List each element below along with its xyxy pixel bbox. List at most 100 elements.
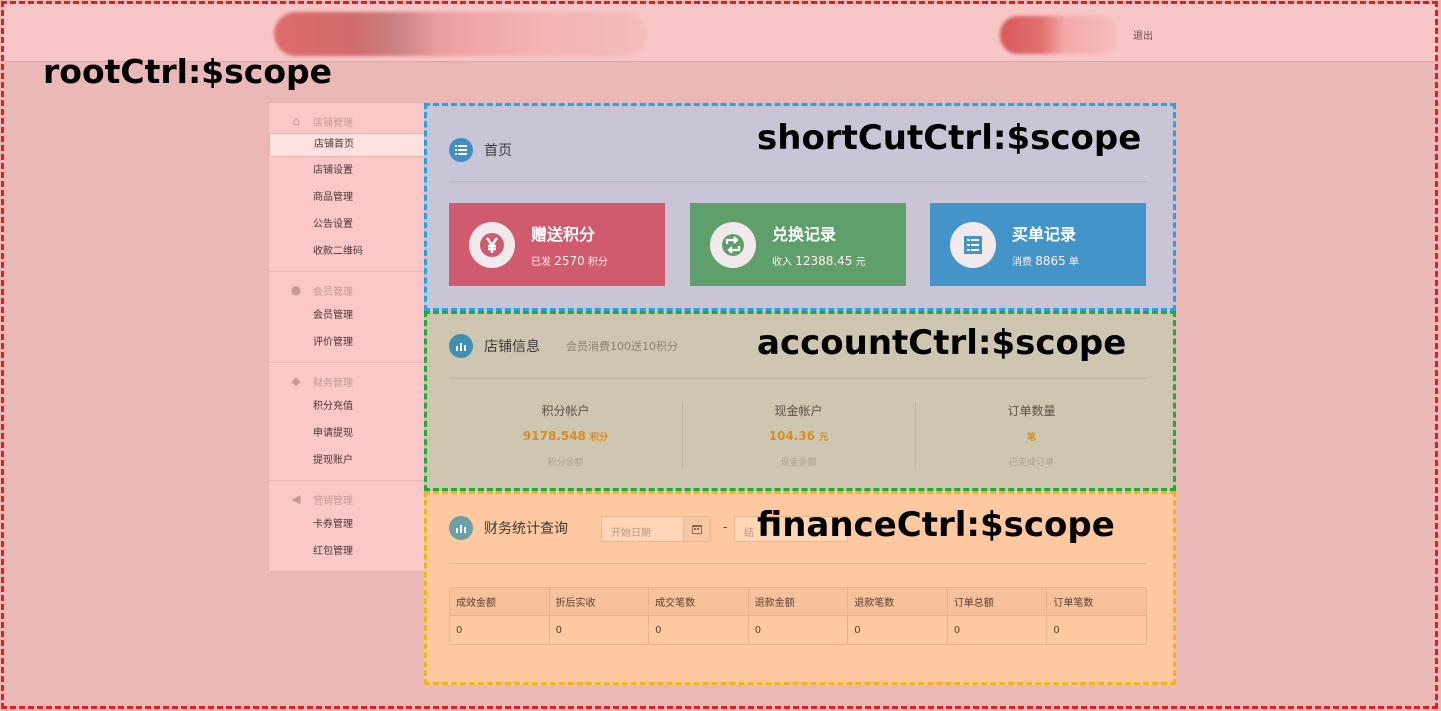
piggy-bank-icon: ◆ <box>291 374 301 388</box>
finance-scope-label: financeCtrl:$scope <box>757 505 1115 545</box>
card-prefix: 已发 <box>531 257 551 268</box>
table-header-cell: 折后实收 <box>548 587 650 616</box>
card-subtitle: 已发 2570 积分 <box>531 253 608 268</box>
sidebar-item[interactable]: 会员管理 <box>269 302 425 329</box>
sidebar-group-header: ⌂ 店铺管理 <box>269 109 425 133</box>
card-unit: 积分 <box>587 257 608 268</box>
sidebar-group-title: 财务管理 <box>313 377 353 389</box>
card-title: 赠送积分 <box>531 225 596 244</box>
table-header-cell: 订单笔数 <box>1046 587 1147 616</box>
stat-note: 现金余额 <box>780 458 817 468</box>
card-unit: 单 <box>1068 257 1079 268</box>
yen-icon <box>469 221 515 268</box>
sidebar-group-title: 营销管理 <box>313 495 353 507</box>
list-icon <box>449 138 473 162</box>
sidebar-item[interactable]: 公告设置 <box>269 211 425 238</box>
start-date-field[interactable]: 开始日期 <box>601 516 711 542</box>
account-title: 店铺信息 <box>484 339 540 355</box>
shortcut-title: 首页 <box>484 143 512 159</box>
table-header-cell: 成交笔数 <box>648 587 749 616</box>
divider <box>449 563 1147 564</box>
root-scope-label: rootCtrl:$scope <box>43 52 333 91</box>
stat-unit: 积分 <box>590 433 609 443</box>
sidebar-item[interactable]: 申请提现 <box>269 420 425 447</box>
card-value: 2570 <box>554 254 585 268</box>
order-count-stat: 订单数量 笔已完成订单 <box>915 402 1148 468</box>
card-subtitle: 消费 8865 单 <box>1012 253 1079 268</box>
blurred-user-avatar <box>1000 16 1118 54</box>
blurred-logo <box>274 12 646 56</box>
table-cell: 0 <box>648 615 749 645</box>
sidebar-item[interactable]: 商品管理 <box>269 184 425 211</box>
finance-title: 财务统计查询 <box>484 521 568 537</box>
stat-unit: 笔 <box>1026 433 1036 443</box>
stat-note: 积分余额 <box>547 458 584 468</box>
finance-header: 财务统计查询 <box>449 516 568 540</box>
sidebar-item[interactable]: 收款二维码 <box>269 238 425 265</box>
sidebar-item[interactable]: 店铺设置 <box>269 157 425 184</box>
divider <box>449 378 1147 379</box>
stat-label: 现金帐户 <box>774 404 823 418</box>
sidebar-item[interactable]: 积分充值 <box>269 393 425 420</box>
sidebar-item[interactable]: 评价管理 <box>269 329 425 356</box>
table-cell: 0 <box>449 615 550 645</box>
table-cell: 0 <box>847 615 948 645</box>
table-cell: 0 <box>747 615 849 645</box>
date-separator: - <box>723 520 728 534</box>
home-icon: ⌂ <box>292 114 300 128</box>
list-alt-icon <box>950 221 996 268</box>
shortcut-scope-label: shortCutCtrl:$scope <box>757 118 1142 158</box>
bar-chart-icon <box>449 516 473 540</box>
account-scope-label: accountCtrl:$scope <box>757 323 1127 363</box>
card-text: 兑换记录 收入 12388.45 元 <box>772 221 866 268</box>
stat-unit: 元 <box>819 433 829 443</box>
sidebar-group-header: ◆ 财务管理 <box>269 369 425 393</box>
gift-points-card[interactable]: 赠送积分已发 2570 积分 <box>449 203 665 286</box>
stat-value: 笔 <box>915 429 1148 443</box>
stat-number: 9178.548 <box>522 429 586 443</box>
sidebar-group: ◆ 财务管理积分充值 申请提现 提现账户 <box>269 363 425 481</box>
table-header-cell: 成效金额 <box>449 587 550 616</box>
points-account-stat: 积分帐户 9178.548 积分积分余额 <box>449 402 682 468</box>
table-header-cell: 退款笔数 <box>847 587 948 616</box>
calendar-icon[interactable] <box>682 517 710 541</box>
sidebar-group: ● 会员管理 会员管理 评价管理 <box>269 272 425 363</box>
table-cell: 0 <box>1046 615 1147 645</box>
stat-note: 已完成订单 <box>1008 458 1054 468</box>
sidebar-group: ⌂ 店铺管理 店铺首页 店铺设置 商品管理 公告设置 收款二维码 <box>269 103 427 272</box>
shortcut-header: 首页 <box>449 138 512 162</box>
stat-label: 积分帐户 <box>541 404 590 418</box>
sidebar-item[interactable]: 红包管理 <box>269 538 425 565</box>
sidebar-group-header: ● 会员管理 <box>269 278 425 302</box>
table-cell: 0 <box>548 615 650 645</box>
table-cell: 0 <box>946 615 1048 645</box>
bar-chart-icon <box>449 334 473 358</box>
card-text: 赠送积分已发 2570 积分 <box>531 221 608 268</box>
account-subtitle: 会员消费100送10积分 <box>566 340 678 353</box>
table-header-cell: 订单总额 <box>946 587 1048 616</box>
sidebar-item[interactable]: 店铺首页 <box>269 133 427 157</box>
sidebar-item[interactable]: 卡券管理 <box>269 511 425 538</box>
logout-link[interactable]: 退出 <box>1133 27 1153 42</box>
stat-number: 104.36 <box>768 429 816 443</box>
cash-account-stat: 现金帐户 104.36 元现金余额 <box>682 402 915 468</box>
sidebar-group-title: 会员管理 <box>313 286 353 298</box>
table-header-cell: 退款金额 <box>747 587 849 616</box>
card-value: 12388.45 <box>795 254 853 268</box>
stat-divider <box>915 402 916 468</box>
card-prefix: 消费 <box>1012 257 1032 268</box>
sidebar-group-header: ◀ 营销管理 <box>269 487 425 511</box>
account-header: 店铺信息 会员消费100送10积分 <box>449 334 678 358</box>
card-unit: 元 <box>855 257 866 268</box>
retweet-icon <box>710 221 756 268</box>
exchange-record-card[interactable]: 兑换记录 收入 12388.45 元 <box>690 203 906 286</box>
sidebar-item[interactable]: 提现账户 <box>269 447 425 474</box>
user-icon: ● <box>290 283 302 297</box>
stat-value: 9178.548 积分 <box>449 429 682 443</box>
card-prefix: 收入 <box>772 257 792 268</box>
card-text: 买单记录消费 8865 单 <box>1012 221 1079 268</box>
sidebar-group: ◀ 营销管理 卡券管理 红包管理 <box>269 481 425 571</box>
card-subtitle: 收入 12388.45 元 <box>772 253 866 268</box>
card-title: 买单记录 <box>1012 225 1077 244</box>
payment-record-card[interactable]: 买单记录消费 8865 单 <box>930 203 1146 286</box>
